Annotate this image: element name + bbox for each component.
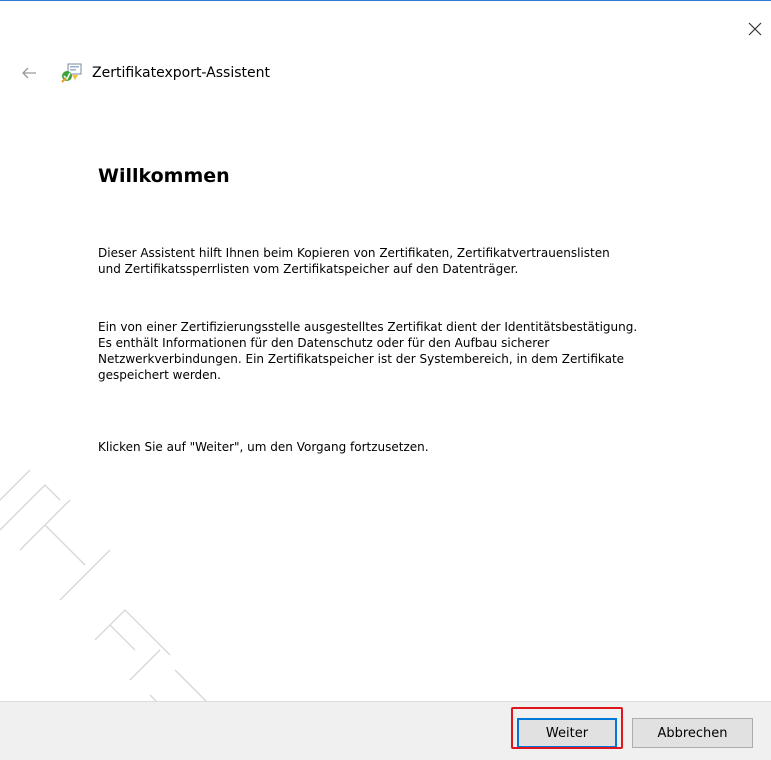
back-arrow-icon [22, 67, 36, 79]
intro-line-2: und Zertifikatssperrlisten vom Zertifika… [98, 262, 519, 276]
page-heading: Willkommen [98, 165, 230, 187]
next-button-highlight [511, 707, 623, 749]
back-button[interactable] [18, 62, 40, 84]
wizard-footer: Weiter Abbrechen [0, 701, 771, 760]
intro-line-1: Dieser Assistent hilft Ihnen beim Kopier… [98, 246, 610, 260]
close-icon [748, 22, 762, 36]
wizard-title: Zertifikatexport-Assistent [92, 65, 270, 81]
info-paragraph: Ein von einer Zertifizierungsstelle ausg… [98, 319, 738, 383]
intro-paragraph: Dieser Assistent hilft Ihnen beim Kopier… [98, 245, 738, 277]
certificate-wizard-icon [61, 63, 82, 83]
wizard-header: Zertifikatexport-Assistent [0, 56, 771, 88]
cancel-button[interactable]: Abbrechen [632, 718, 753, 748]
window-top-border [0, 0, 771, 1]
info-line-2: Es enthält Informationen für den Datensc… [98, 336, 550, 350]
wizard-window: Zertifikatexport-Assistent Willkommen Di… [0, 0, 771, 760]
info-line-4: gespeichert werden. [98, 368, 221, 382]
instruction-paragraph: Klicken Sie auf "Weiter", um den Vorgang… [98, 440, 429, 454]
info-line-1: Ein von einer Zertifizierungsstelle ausg… [98, 320, 638, 334]
info-line-3: Netzwerkverbindungen. Ein Zertifikatspei… [98, 352, 625, 366]
close-button[interactable] [738, 12, 771, 46]
